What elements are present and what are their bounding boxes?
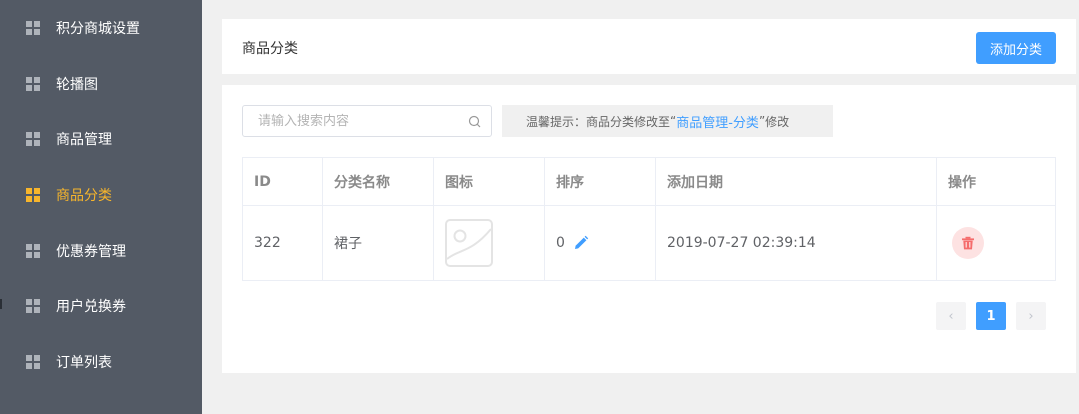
column-header-sort: 排序 — [545, 158, 656, 205]
cell-name: 裙子 — [323, 206, 434, 280]
cell-icon — [434, 206, 545, 280]
page-header: 商品分类 添加分类 — [222, 19, 1076, 74]
sidebar-item-label: 商品分类 — [56, 188, 112, 204]
edit-pencil-icon[interactable] — [573, 235, 589, 251]
grid-icon — [26, 77, 40, 91]
sidebar-item-label: 订单列表 — [56, 355, 112, 371]
search-input[interactable] — [243, 106, 463, 136]
search-icon[interactable] — [467, 114, 483, 130]
grid-icon — [26, 132, 40, 146]
table-header: ID 分类名称 图标 排序 添加日期 操作 — [243, 158, 1055, 206]
trash-icon — [962, 236, 974, 250]
sidebar-item-user-vouchers[interactable]: 用户兑换券 — [0, 278, 202, 334]
table-row: 322 裙子 0 2019-07-27 02:39:14 — [243, 206, 1055, 280]
pagination-prev-button[interactable]: ‹ — [936, 302, 966, 330]
page-title: 商品分类 — [242, 41, 298, 57]
column-header-actions: 操作 — [948, 174, 976, 191]
column-header-name: 分类名称 — [323, 158, 434, 205]
pagination-next-button[interactable]: › — [1016, 302, 1046, 330]
cell-id: 322 — [243, 206, 323, 280]
grid-icon — [26, 244, 40, 258]
sidebar-item-order-list[interactable]: 订单列表 — [0, 334, 202, 390]
column-header-id: ID — [243, 158, 323, 205]
grid-icon — [26, 21, 40, 35]
delete-button[interactable] — [952, 227, 984, 259]
column-header-date: 添加日期 — [656, 158, 937, 205]
sidebar-item-carousel[interactable]: 轮播图 — [0, 56, 202, 112]
sidebar-item-label: 积分商城设置 — [56, 21, 140, 37]
sidebar-edge-mark — [0, 299, 2, 309]
cell-sort: 0 — [545, 206, 656, 280]
sidebar-item-product-management[interactable]: 商品管理 — [0, 111, 202, 167]
add-category-button[interactable]: 添加分类 — [976, 32, 1056, 64]
sidebar-item-label: 商品管理 — [56, 132, 112, 148]
column-header-icon: 图标 — [434, 158, 545, 205]
grid-icon — [26, 355, 40, 369]
sidebar-item-points-mall-settings[interactable]: 积分商城设置 — [0, 0, 202, 56]
sidebar: 积分商城设置 轮播图 商品管理 商品分类 优惠券管理 用户兑换券 订单列表 — [0, 0, 202, 414]
sort-value: 0 — [556, 235, 565, 251]
sidebar-item-coupon-management[interactable]: 优惠券管理 — [0, 223, 202, 279]
cell-actions — [937, 206, 1055, 280]
category-panel: 温馨提示：商品分类修改至 “ 商品管理-分类 ” 修改 ID 分类名称 图标 排… — [222, 85, 1076, 373]
category-table: ID 分类名称 图标 排序 添加日期 操作 322 裙子 0 2019-07-2… — [242, 157, 1056, 281]
image-placeholder-icon — [445, 219, 493, 267]
cell-date: 2019-07-27 02:39:14 — [656, 206, 937, 280]
grid-icon — [26, 188, 40, 202]
tip-banner: 温馨提示：商品分类修改至 “ 商品管理-分类 ” 修改 — [502, 105, 833, 137]
sidebar-item-label: 轮播图 — [56, 77, 98, 93]
tip-link[interactable]: 商品管理-分类 — [676, 112, 759, 131]
tip-suffix: 修改 — [765, 114, 790, 129]
sidebar-item-product-category[interactable]: 商品分类 — [0, 167, 202, 223]
sidebar-item-label: 优惠券管理 — [56, 244, 126, 260]
grid-icon — [26, 299, 40, 313]
sidebar-item-label: 用户兑换券 — [56, 299, 126, 315]
pagination-page-button[interactable]: 1 — [976, 302, 1006, 330]
search-box — [242, 105, 492, 137]
tip-prefix: 温馨提示：商品分类修改至 — [526, 114, 671, 129]
